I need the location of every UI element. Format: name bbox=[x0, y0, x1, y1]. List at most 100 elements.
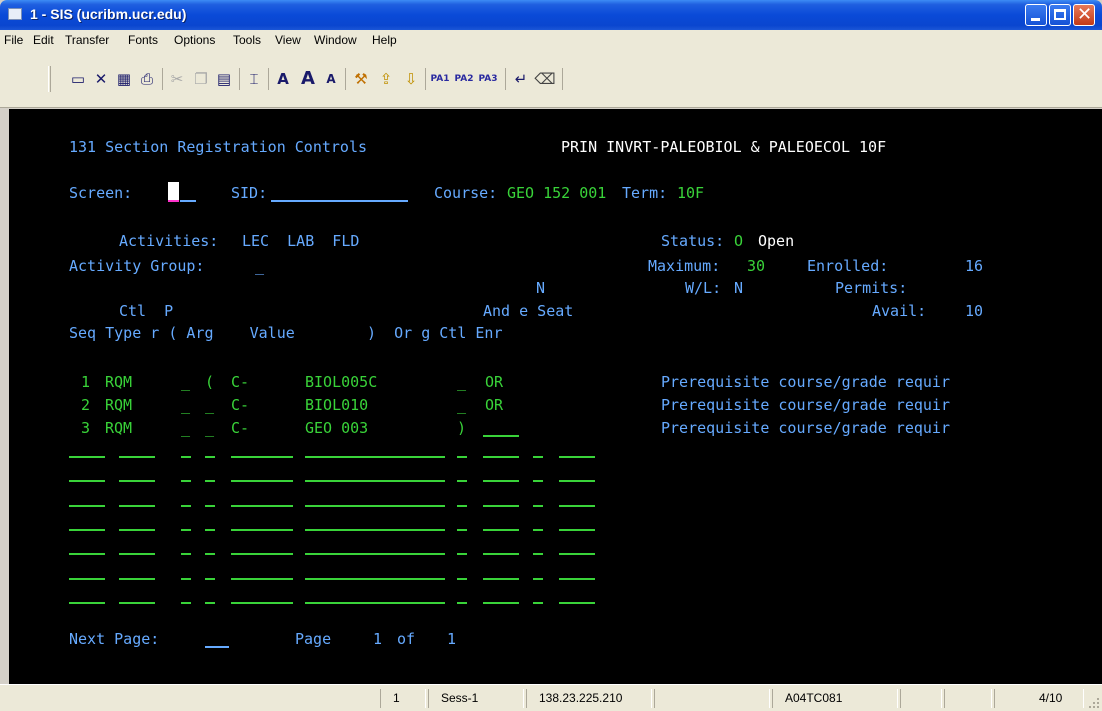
empty-close-input[interactable] bbox=[457, 602, 467, 604]
empty-paren-flag-input[interactable] bbox=[181, 529, 191, 531]
empty-arg-input[interactable] bbox=[231, 529, 293, 531]
empty-seat-input[interactable] bbox=[559, 456, 595, 458]
row-paren-flag[interactable]: _ bbox=[181, 396, 190, 414]
font-larger-icon[interactable]: A bbox=[296, 68, 320, 90]
app-icon[interactable] bbox=[8, 8, 22, 20]
font-icon[interactable]: A bbox=[273, 68, 293, 90]
empty-seat-input[interactable] bbox=[559, 529, 595, 531]
term-value[interactable]: 10F bbox=[677, 184, 704, 202]
select-icon[interactable]: ⌶ bbox=[244, 68, 264, 90]
empty-andor-input[interactable] bbox=[483, 578, 519, 580]
empty-arg-input[interactable] bbox=[231, 602, 293, 604]
empty-close-input[interactable] bbox=[457, 505, 467, 507]
empty-arg-input[interactable] bbox=[231, 456, 293, 458]
row-value[interactable]: GEO 003 bbox=[305, 419, 368, 437]
row-type[interactable]: RQM bbox=[105, 419, 132, 437]
font-smaller-icon[interactable]: A bbox=[322, 68, 340, 90]
empty-value-input[interactable] bbox=[305, 578, 445, 580]
empty-close-input[interactable] bbox=[457, 553, 467, 555]
menu-transfer[interactable]: Transfer bbox=[65, 33, 109, 47]
paste-icon[interactable]: ▤ bbox=[214, 68, 234, 90]
empty-open-paren-input[interactable] bbox=[205, 578, 215, 580]
empty-open-paren-input[interactable] bbox=[205, 456, 215, 458]
empty-paren-flag-input[interactable] bbox=[181, 553, 191, 555]
empty-seq-input[interactable] bbox=[69, 456, 105, 458]
empty-type-input[interactable] bbox=[119, 553, 155, 555]
empty-open-paren-input[interactable] bbox=[205, 602, 215, 604]
activity-group-input[interactable]: _ bbox=[255, 257, 264, 275]
empty-arg-input[interactable] bbox=[231, 480, 293, 482]
empty-type-input[interactable] bbox=[119, 456, 155, 458]
pa3-button[interactable]: PA3 bbox=[477, 68, 499, 90]
empty-open-paren-input[interactable] bbox=[205, 505, 215, 507]
row-andor[interactable]: OR bbox=[485, 373, 503, 391]
print-screen-icon[interactable]: ▭ bbox=[68, 68, 88, 90]
empty-neg-input[interactable] bbox=[533, 553, 543, 555]
empty-seat-input[interactable] bbox=[559, 553, 595, 555]
pa2-button[interactable]: PA2 bbox=[453, 68, 475, 90]
row-value[interactable]: BIOL005C bbox=[305, 373, 377, 391]
row-andor[interactable]: OR bbox=[485, 396, 503, 414]
row-paren-flag[interactable]: _ bbox=[181, 373, 190, 391]
receive-file-icon[interactable]: ⇩ bbox=[400, 68, 422, 90]
empty-andor-input[interactable] bbox=[483, 602, 519, 604]
empty-paren-flag-input[interactable] bbox=[181, 602, 191, 604]
empty-close-input[interactable] bbox=[457, 578, 467, 580]
empty-andor-input[interactable] bbox=[483, 553, 519, 555]
empty-paren-flag-input[interactable] bbox=[181, 480, 191, 482]
menu-edit[interactable]: Edit bbox=[33, 33, 54, 47]
empty-neg-input[interactable] bbox=[533, 602, 543, 604]
row-paren-flag[interactable]: _ bbox=[181, 419, 190, 437]
erase-icon[interactable]: ⌫ bbox=[534, 68, 556, 90]
copy-icon[interactable]: ❐ bbox=[191, 68, 211, 90]
row-open-paren[interactable]: _ bbox=[205, 419, 214, 437]
empty-seq-input[interactable] bbox=[69, 529, 105, 531]
empty-neg-input[interactable] bbox=[533, 480, 543, 482]
row-open-paren[interactable]: ( bbox=[205, 373, 214, 391]
empty-seq-input[interactable] bbox=[69, 602, 105, 604]
empty-value-input[interactable] bbox=[305, 456, 445, 458]
empty-paren-flag-input[interactable] bbox=[181, 505, 191, 507]
row-arg[interactable]: C- bbox=[231, 373, 249, 391]
menu-fonts[interactable]: Fonts bbox=[128, 33, 158, 47]
row-arg[interactable]: C- bbox=[231, 396, 249, 414]
empty-arg-input[interactable] bbox=[231, 553, 293, 555]
row-type[interactable]: RQM bbox=[105, 373, 132, 391]
empty-value-input[interactable] bbox=[305, 602, 445, 604]
cancel-icon[interactable]: ✕ bbox=[91, 68, 111, 90]
menu-options[interactable]: Options bbox=[174, 33, 215, 47]
menu-help[interactable]: Help bbox=[372, 33, 397, 47]
empty-paren-flag-input[interactable] bbox=[181, 578, 191, 580]
empty-seat-input[interactable] bbox=[559, 602, 595, 604]
copy-screen-icon[interactable]: ▦ bbox=[114, 68, 134, 90]
menu-window[interactable]: Window bbox=[314, 33, 357, 47]
menu-tools[interactable]: Tools bbox=[233, 33, 261, 47]
empty-value-input[interactable] bbox=[305, 505, 445, 507]
row-close[interactable]: _ bbox=[457, 373, 466, 391]
next-page-input[interactable] bbox=[205, 646, 229, 648]
row-close[interactable]: _ bbox=[457, 396, 466, 414]
empty-open-paren-input[interactable] bbox=[205, 480, 215, 482]
empty-neg-input[interactable] bbox=[533, 578, 543, 580]
empty-type-input[interactable] bbox=[119, 602, 155, 604]
send-file-icon[interactable]: ⇪ bbox=[375, 68, 397, 90]
empty-andor-input[interactable] bbox=[483, 505, 519, 507]
empty-type-input[interactable] bbox=[119, 529, 155, 531]
empty-value-input[interactable] bbox=[305, 529, 445, 531]
empty-close-input[interactable] bbox=[457, 480, 467, 482]
screen-input[interactable] bbox=[180, 200, 196, 202]
empty-close-input[interactable] bbox=[457, 456, 467, 458]
empty-seq-input[interactable] bbox=[69, 553, 105, 555]
empty-open-paren-input[interactable] bbox=[205, 553, 215, 555]
pa1-button[interactable]: PA1 bbox=[429, 68, 451, 90]
row-type[interactable]: RQM bbox=[105, 396, 132, 414]
empty-arg-input[interactable] bbox=[231, 578, 293, 580]
row-arg[interactable]: C- bbox=[231, 419, 249, 437]
maximum-value[interactable]: 30 bbox=[747, 257, 765, 275]
resize-grip-icon[interactable] bbox=[1088, 697, 1100, 709]
empty-seat-input[interactable] bbox=[559, 578, 595, 580]
empty-open-paren-input[interactable] bbox=[205, 529, 215, 531]
empty-arg-input[interactable] bbox=[231, 505, 293, 507]
empty-seq-input[interactable] bbox=[69, 578, 105, 580]
row-value[interactable]: BIOL010 bbox=[305, 396, 368, 414]
